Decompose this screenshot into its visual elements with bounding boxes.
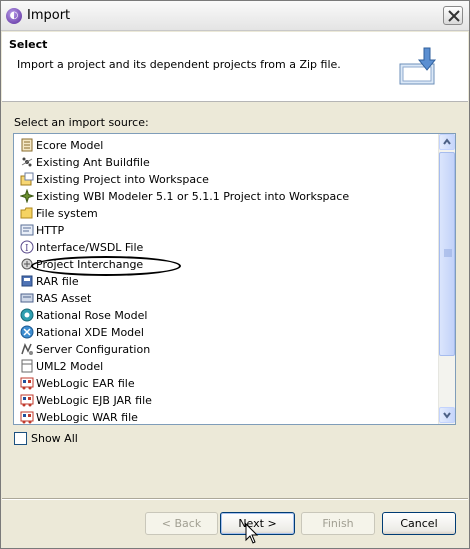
project-icon [20,172,34,186]
list-item[interactable]: Server Configuration [14,341,438,358]
source-items: Ecore Model Existing Ant Buildfile Existin… [14,137,438,424]
interface-icon: I [20,240,34,254]
weblogic-icon [20,376,34,390]
list-item[interactable]: WebLogic WAR file [14,409,438,424]
page-description: Import a project and its dependent proje… [17,58,341,71]
list-item-label: Server Configuration [36,343,151,356]
list-item[interactable]: Rational XDE Model [14,324,438,341]
list-item-label: File system [36,207,98,220]
list-item-label: HTTP [36,224,65,237]
http-icon [20,223,34,237]
show-all-option[interactable]: Show All [14,432,78,445]
import-dialog: ◐ Import Select Import a project and its… [0,0,470,549]
list-item-label: Ecore Model [36,139,104,152]
list-item-label: Existing Ant Buildfile [36,156,150,169]
list-item[interactable]: RAS Asset [14,290,438,307]
chevron-down-icon [443,412,451,419]
list-item-label: WebLogic WAR file [36,411,138,424]
window-title: Import [27,8,71,23]
scroll-up-button[interactable] [439,134,455,150]
list-item[interactable]: RAR file [14,273,438,290]
wizard-header: Select Import a project and its dependen… [2,32,468,102]
wbi-icon [19,188,35,204]
list-item[interactable]: Existing Project into Workspace [14,171,438,188]
rar-icon [20,274,34,288]
list-item-label: Rational Rose Model [36,309,148,322]
scrollbar-thumb[interactable] [439,152,455,356]
list-item[interactable]: HTTP [14,222,438,239]
list-item[interactable]: I Interface/WSDL File [14,239,438,256]
list-item-label: Rational XDE Model [36,326,144,339]
list-item-label: RAR file [36,275,79,288]
svg-text:I: I [25,244,29,254]
list-item-label: WebLogic EAR file [36,377,135,390]
chevron-up-icon [443,138,451,145]
show-all-label: Show All [31,432,78,445]
rose-icon [20,308,34,322]
list-item-label: Project Interchange [31,256,181,276]
title-bar: ◐ Import [1,1,469,31]
list-item[interactable]: WebLogic EJB JAR file [14,392,438,409]
list-item[interactable]: Rational Rose Model [14,307,438,324]
show-all-checkbox[interactable] [14,432,27,445]
list-item-label: Existing Project into Workspace [36,173,209,186]
eclipse-icon: ◐ [6,8,22,24]
uml-icon [20,359,34,373]
list-item-label: Interface/WSDL File [36,241,144,254]
vertical-scrollbar[interactable] [438,134,455,424]
list-item[interactable]: WebLogic EAR file [14,375,438,392]
weblogic-icon [20,410,34,424]
list-item[interactable]: Existing WBI Modeler 5.1 or 5.1.1 Projec… [14,188,438,205]
cancel-button[interactable]: Cancel [382,512,456,535]
ras-icon [20,291,34,305]
list-item[interactable]: Ecore Model [14,137,438,154]
list-item[interactable]: Existing Ant Buildfile [14,154,438,171]
grip-icon [444,249,452,257]
list-item[interactable]: UML2 Model [14,358,438,375]
ant-icon [20,155,34,169]
project-interchange-icon [20,257,34,271]
close-icon [448,10,460,22]
weblogic-icon [20,393,34,407]
list-item[interactable]: File system [14,205,438,222]
list-item-label: UML2 Model [36,360,104,373]
import-banner-icon [399,47,437,85]
finish-button[interactable]: Finish [301,512,375,535]
list-item-label: WebLogic EJB JAR file [36,394,152,407]
back-button[interactable]: < Back [145,512,218,535]
close-button[interactable] [443,6,463,25]
import-source-label: Select an import source: [14,116,149,129]
page-title: Select [9,38,48,51]
ecore-icon [20,138,34,152]
list-item[interactable]: Project Interchange [14,256,438,276]
list-item-label: RAS Asset [36,292,92,305]
xde-icon [20,325,34,339]
mouse-cursor-icon [245,523,259,544]
folder-icon [20,206,34,220]
scroll-down-button[interactable] [439,407,455,423]
list-item-label: Existing WBI Modeler 5.1 or 5.1.1 Projec… [36,190,350,203]
server-icon [20,342,34,356]
import-source-list[interactable]: Ecore Model Existing Ant Buildfile Existin… [13,133,456,425]
separator [2,498,468,500]
